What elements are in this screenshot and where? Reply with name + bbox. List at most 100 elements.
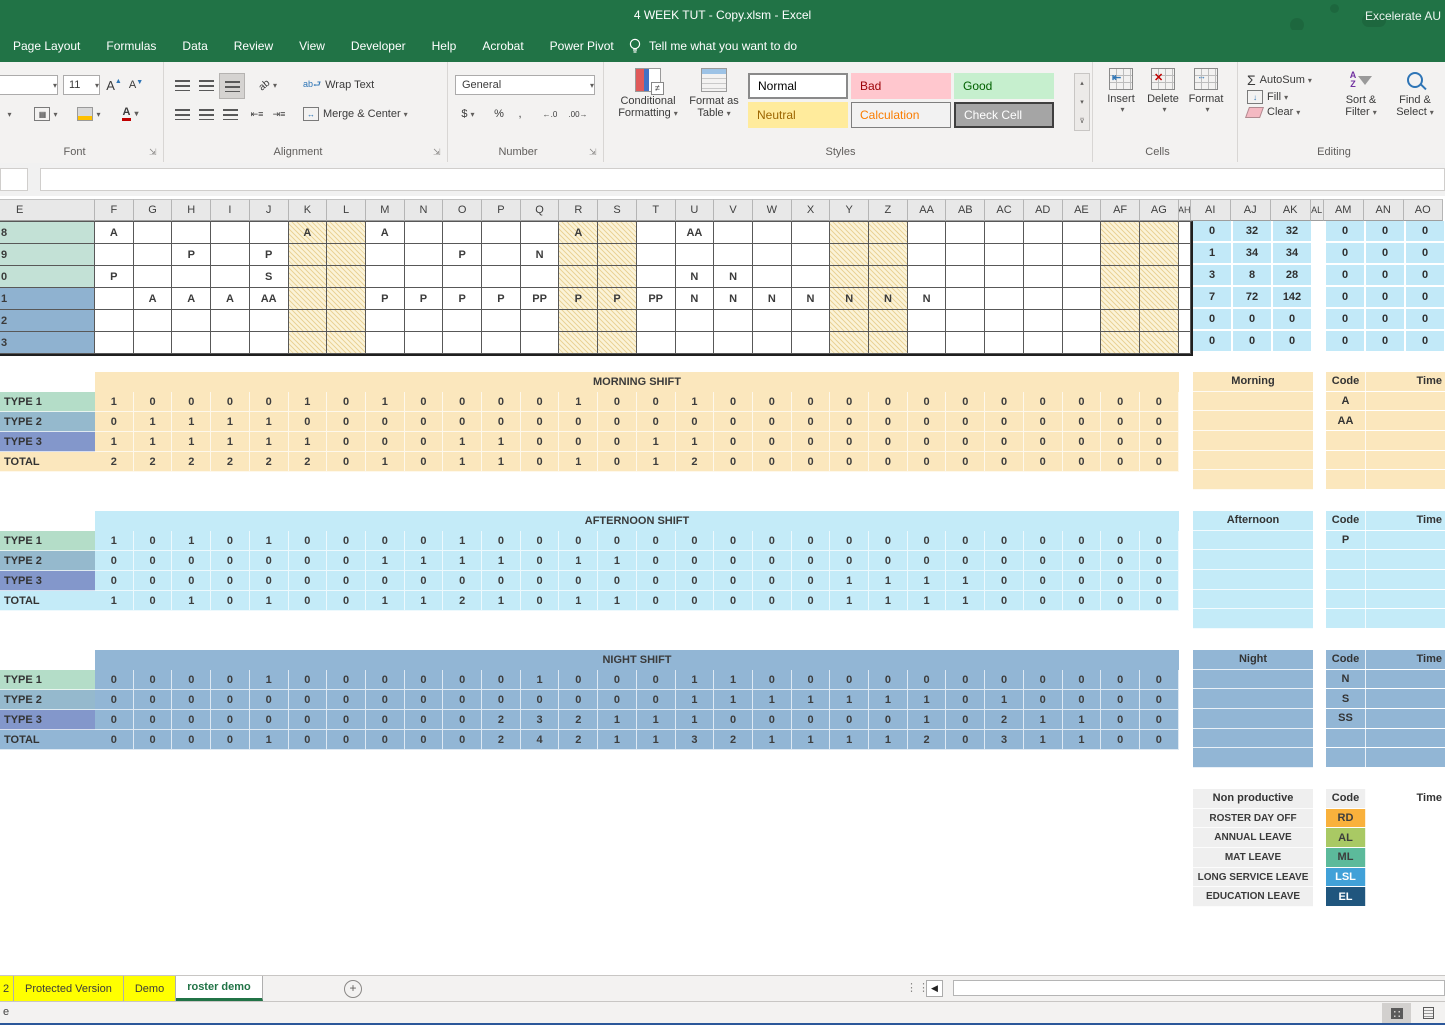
shift-cell[interactable]: 0: [598, 670, 637, 690]
shift-cell[interactable]: 0: [366, 670, 405, 690]
shift-cell[interactable]: 1: [521, 670, 560, 690]
shift-cell[interactable]: 0: [366, 690, 405, 710]
day-cell[interactable]: [482, 332, 521, 354]
shift-cell[interactable]: 0: [405, 432, 444, 452]
day-cell[interactable]: A: [289, 222, 328, 244]
shift-cell[interactable]: 0: [1024, 591, 1063, 611]
day-cell[interactable]: [598, 244, 637, 266]
code-cell[interactable]: [1326, 431, 1366, 450]
shift-cell[interactable]: 0: [327, 670, 366, 690]
shift-cell[interactable]: 0: [172, 710, 211, 730]
shift-cell[interactable]: 0: [830, 710, 869, 730]
day-cell[interactable]: [482, 222, 521, 244]
day-cell[interactable]: [327, 310, 366, 332]
shift-cell[interactable]: 0: [172, 571, 211, 591]
total-cell[interactable]: 1: [1193, 243, 1233, 265]
sort-filter-button[interactable]: AZ Sort & Filter▾: [1335, 68, 1387, 118]
sheet-tab-demo[interactable]: Demo: [124, 976, 176, 1001]
shift-cell[interactable]: 0: [714, 412, 753, 432]
shift-cell[interactable]: 0: [869, 710, 908, 730]
shift-cell[interactable]: 0: [559, 531, 598, 551]
code-cell[interactable]: [1326, 609, 1366, 628]
shift-cell[interactable]: 2: [443, 591, 482, 611]
shift-cell[interactable]: 0: [830, 392, 869, 412]
shift-cell[interactable]: 0: [134, 531, 173, 551]
gap-cell[interactable]: [1179, 288, 1191, 310]
shift-cell[interactable]: 2: [482, 730, 521, 750]
shift-cell[interactable]: 0: [1140, 690, 1179, 710]
day-cell[interactable]: A: [95, 222, 134, 244]
styles-gallery-scrollbar[interactable]: ▴▾⊽: [1074, 73, 1090, 131]
shift-cell[interactable]: 0: [482, 531, 521, 551]
day-cell[interactable]: [559, 266, 598, 288]
day-cell[interactable]: S: [250, 266, 289, 288]
day-cell[interactable]: N: [714, 288, 753, 310]
shift-cell[interactable]: 1: [443, 551, 482, 571]
day-cell[interactable]: N: [792, 288, 831, 310]
day-cell[interactable]: [830, 222, 869, 244]
shift-cell[interactable]: 1: [211, 412, 250, 432]
day-cell[interactable]: [482, 266, 521, 288]
shift-cell[interactable]: 0: [211, 591, 250, 611]
shift-cell[interactable]: 0: [1063, 591, 1102, 611]
shift-row-label[interactable]: TOTAL: [0, 591, 95, 611]
underline-button[interactable]: ▾: [0, 104, 18, 124]
day-cell[interactable]: [134, 310, 173, 332]
time-cell[interactable]: [1366, 550, 1445, 569]
shift-cell[interactable]: 0: [985, 591, 1024, 611]
name-box[interactable]: [0, 168, 28, 191]
shift-cell[interactable]: 0: [327, 392, 366, 412]
day-cell[interactable]: [676, 310, 715, 332]
shift-cell[interactable]: 1: [792, 690, 831, 710]
day-cell[interactable]: A: [172, 288, 211, 310]
shift-cell[interactable]: 1: [443, 432, 482, 452]
day-cell[interactable]: P: [443, 244, 482, 266]
day-cell[interactable]: AA: [250, 288, 289, 310]
day-cell[interactable]: [985, 310, 1024, 332]
align-right-button[interactable]: [219, 104, 241, 124]
find-select-button[interactable]: Find & Select▾: [1389, 68, 1441, 118]
day-cell[interactable]: [1024, 332, 1063, 354]
shift-cell[interactable]: 1: [366, 452, 405, 472]
shift-cell[interactable]: 0: [405, 690, 444, 710]
day-cell[interactable]: [908, 222, 947, 244]
day-cell[interactable]: P: [405, 288, 444, 310]
shift-cell[interactable]: 0: [753, 432, 792, 452]
middle-align-button[interactable]: [195, 75, 217, 95]
shift-cell[interactable]: 0: [598, 412, 637, 432]
day-cell[interactable]: [405, 310, 444, 332]
shift-cell[interactable]: 0: [1101, 690, 1140, 710]
shift-cell[interactable]: 0: [1063, 690, 1102, 710]
shift-cell[interactable]: 0: [559, 432, 598, 452]
day-cell[interactable]: [134, 244, 173, 266]
shift-cell[interactable]: 2: [714, 730, 753, 750]
day-cell[interactable]: [289, 244, 328, 266]
shift-cell[interactable]: 1: [172, 591, 211, 611]
borders-button[interactable]: ▦▾: [30, 104, 62, 124]
day-cell[interactable]: [792, 244, 831, 266]
shift-cell[interactable]: 0: [869, 531, 908, 551]
merge-center-button[interactable]: ↔Merge & Center▾: [303, 104, 408, 124]
code-cell[interactable]: [1326, 470, 1366, 489]
shift-cell[interactable]: 1: [289, 432, 328, 452]
total-cell[interactable]: 0: [1406, 287, 1445, 309]
shift-cell[interactable]: 2: [985, 710, 1024, 730]
shift-cell[interactable]: 1: [830, 690, 869, 710]
code-cell[interactable]: [1326, 590, 1366, 609]
formula-input[interactable]: [40, 168, 1445, 191]
horizontal-scrollbar[interactable]: [953, 980, 1445, 996]
day-cell[interactable]: [250, 332, 289, 354]
decrease-font-size-button[interactable]: A▼: [126, 75, 146, 95]
day-cell[interactable]: [985, 244, 1024, 266]
day-cell[interactable]: [1101, 222, 1140, 244]
time-cell[interactable]: [1366, 451, 1445, 470]
shift-cell[interactable]: 0: [598, 531, 637, 551]
shift-cell[interactable]: 0: [482, 412, 521, 432]
code-cell[interactable]: N: [1326, 670, 1366, 689]
shift-cell[interactable]: 0: [482, 690, 521, 710]
shift-cell[interactable]: 1: [559, 591, 598, 611]
day-cell[interactable]: [405, 332, 444, 354]
shift-cell[interactable]: 0: [946, 531, 985, 551]
time-cell[interactable]: [1366, 392, 1445, 411]
time-cell[interactable]: [1366, 887, 1445, 906]
